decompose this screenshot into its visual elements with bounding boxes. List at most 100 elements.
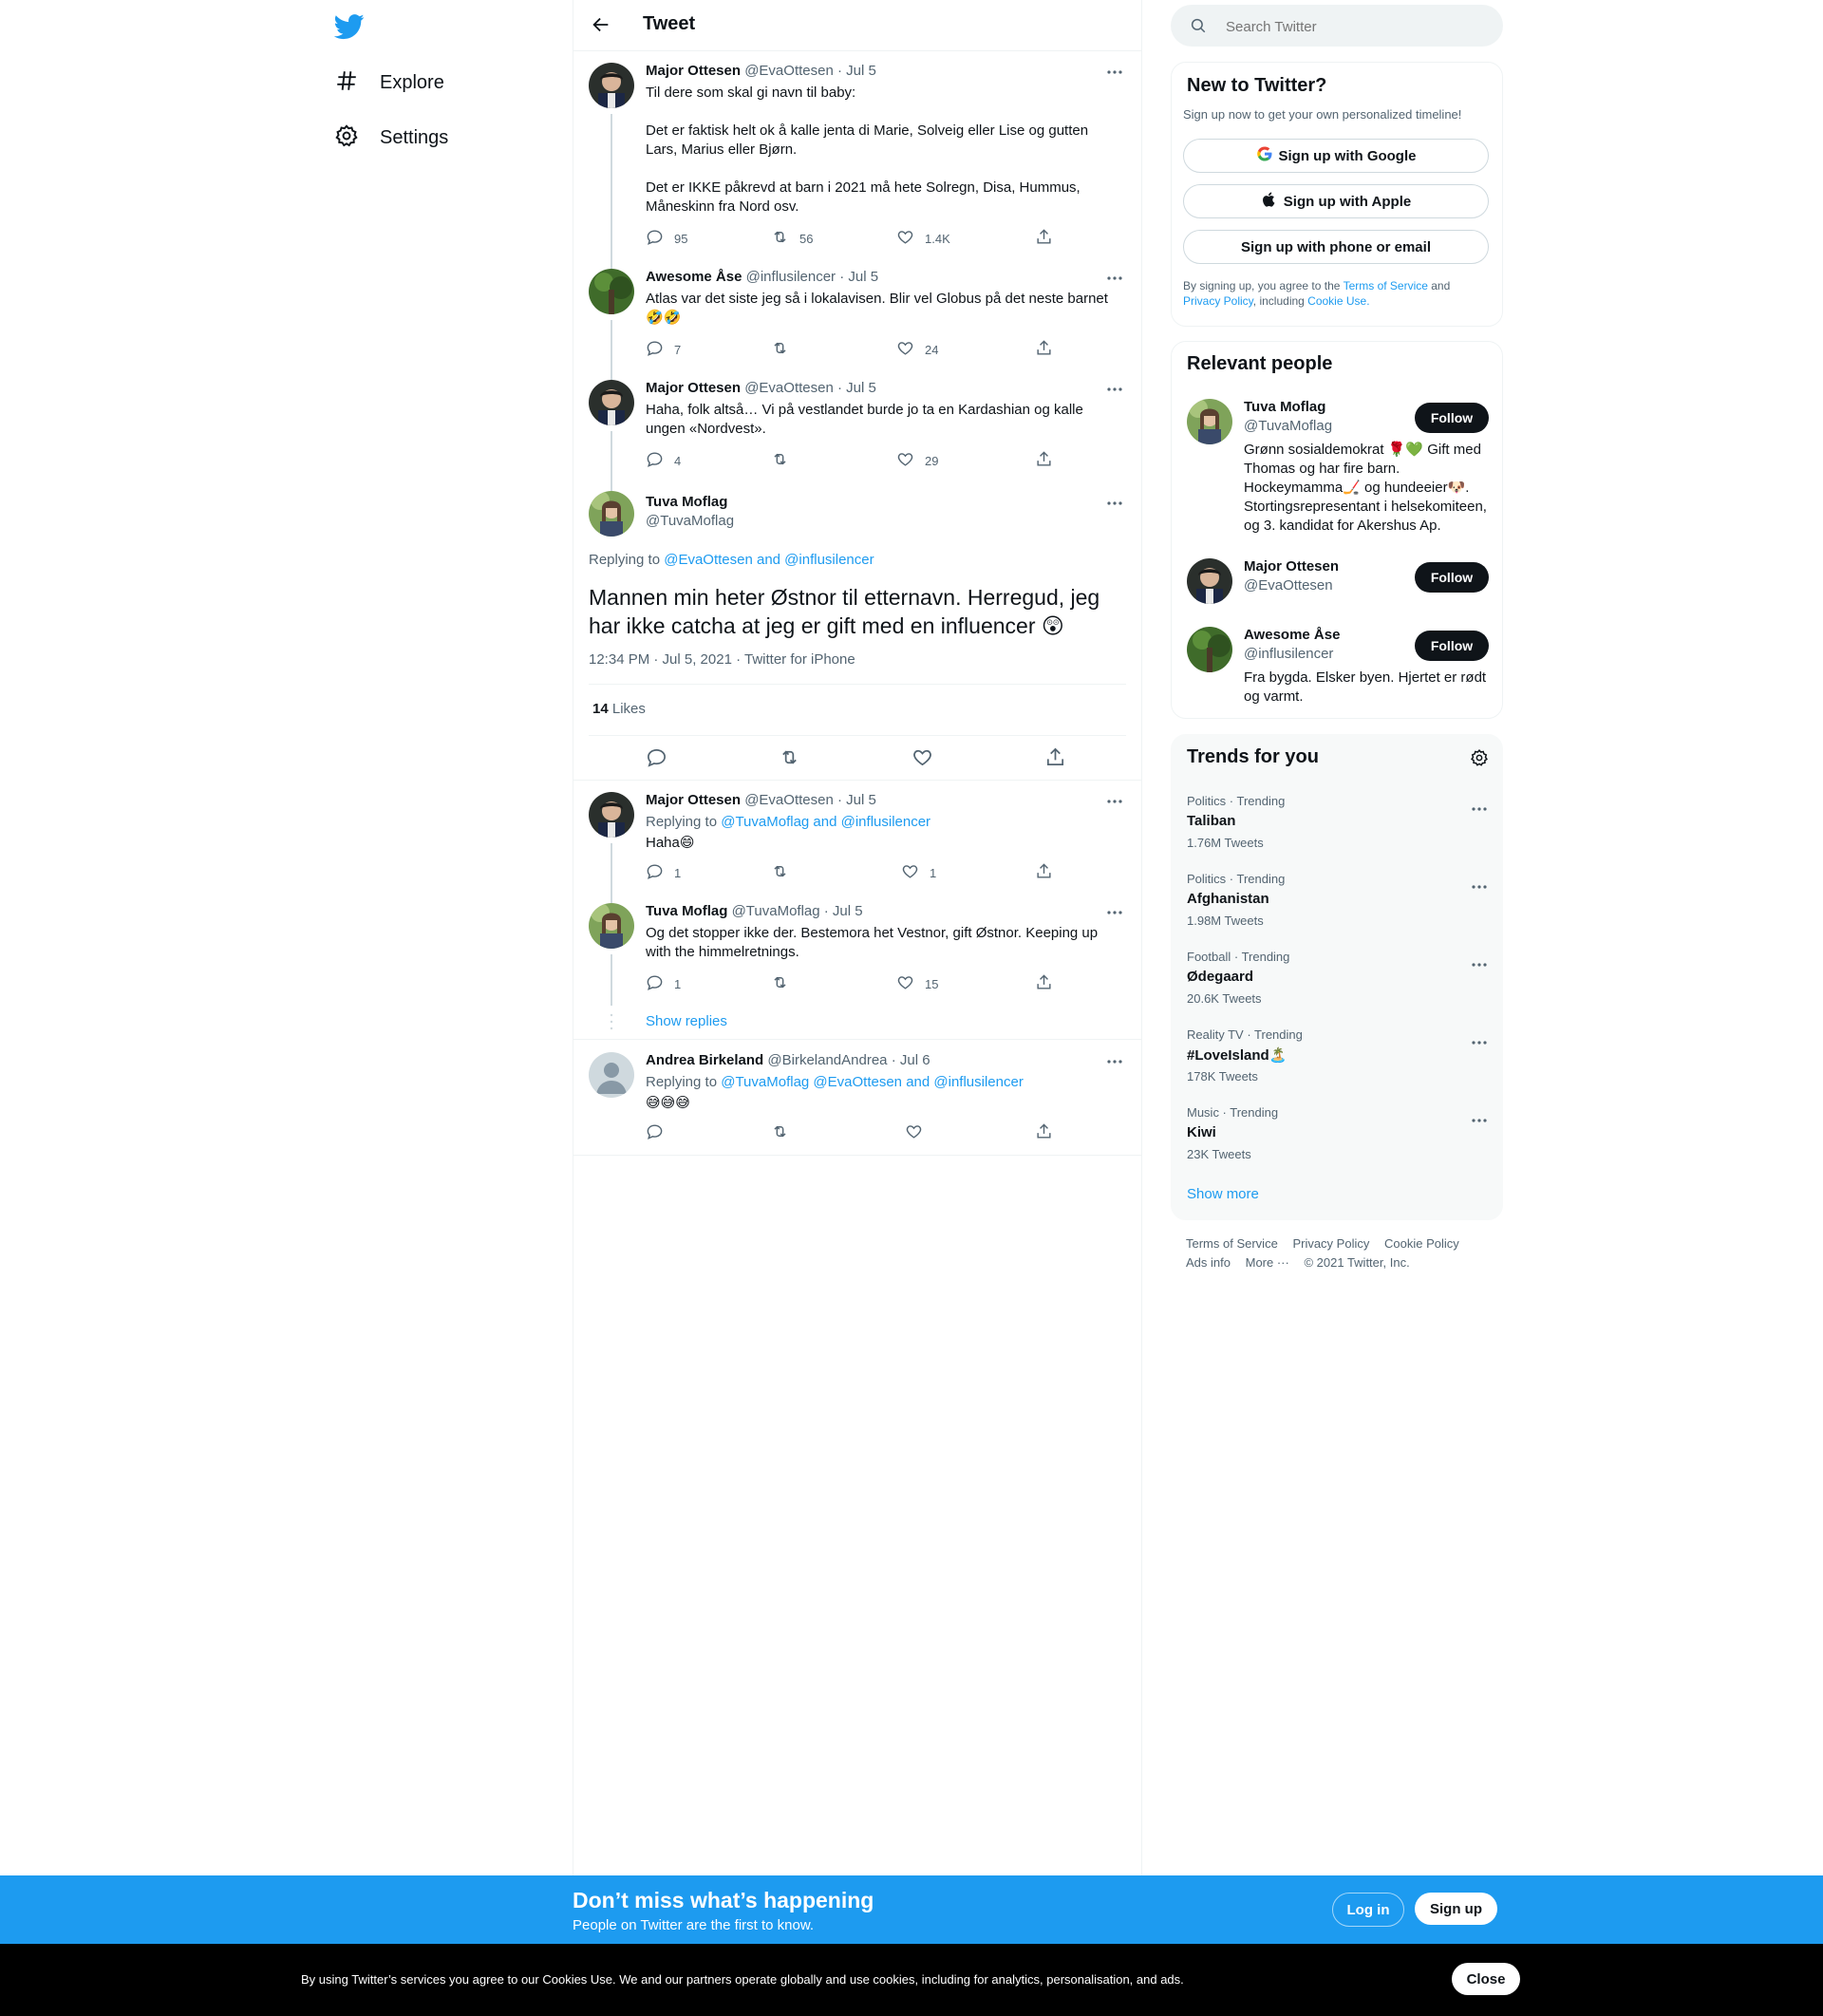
share-button[interactable] <box>1035 862 1063 883</box>
cookie-use-link[interactable]: Cookie Use. <box>1307 294 1369 308</box>
reply-tweet[interactable]: Major Ottesen @EvaOttesen · Jul 5 Replyi… <box>573 781 1141 892</box>
like-button[interactable]: 24 <box>896 339 938 360</box>
author-handle-date[interactable]: @influsilencer · Jul 5 <box>746 269 878 285</box>
retweet-button[interactable] <box>771 1122 799 1143</box>
avatar[interactable] <box>589 491 634 537</box>
avatar[interactable] <box>1187 558 1232 604</box>
trend-item[interactable]: Football · Trending Ødegaard 20.6K Tweet… <box>1172 944 1502 1020</box>
replying-to-link[interactable]: @TuvaMoflag and @influsilencer <box>721 814 930 830</box>
more-options-icon[interactable] <box>1105 63 1124 82</box>
avatar[interactable] <box>589 380 634 425</box>
author-handle-date[interactable]: @EvaOttesen · Jul 5 <box>744 792 876 808</box>
more-options-icon[interactable] <box>1470 1111 1489 1130</box>
avatar[interactable] <box>1187 399 1232 444</box>
retweet-button[interactable] <box>771 973 799 994</box>
signup-button[interactable]: Sign up <box>1415 1893 1497 1925</box>
like-button[interactable]: 29 <box>896 450 938 471</box>
avatar[interactable] <box>1187 627 1232 672</box>
retweet-button[interactable]: 56 <box>771 228 813 249</box>
follow-button[interactable]: Follow <box>1415 403 1489 433</box>
privacy-link[interactable]: Privacy Policy <box>1183 294 1253 308</box>
retweet-button[interactable] <box>771 339 799 360</box>
reply-button[interactable]: 95 <box>646 228 687 249</box>
person-name[interactable]: Awesome Åse <box>1244 627 1340 643</box>
more-options-icon[interactable] <box>1470 877 1489 896</box>
trends-settings-gear-icon[interactable] <box>1470 748 1489 767</box>
nav-settings[interactable]: Settings <box>334 119 448 157</box>
author-handle[interactable]: @TuvaMoflag <box>646 513 734 529</box>
footer-cookie-link[interactable]: Cookie Policy <box>1384 1236 1459 1251</box>
retweet-button[interactable] <box>771 450 799 471</box>
footer-terms-link[interactable]: Terms of Service <box>1186 1236 1278 1251</box>
signup-apple-button[interactable]: Sign up with Apple <box>1183 184 1489 218</box>
reply-button[interactable]: 7 <box>646 339 681 360</box>
share-button[interactable] <box>1035 339 1063 360</box>
avatar[interactable] <box>589 269 634 314</box>
login-button[interactable]: Log in <box>1332 1893 1404 1927</box>
share-button[interactable] <box>1035 228 1063 249</box>
more-options-icon[interactable] <box>1470 1033 1489 1052</box>
person-name[interactable]: Major Ottesen <box>1244 558 1339 575</box>
footer-more-link[interactable]: More ··· <box>1246 1255 1289 1270</box>
more-options-icon[interactable] <box>1105 903 1124 922</box>
back-arrow-icon[interactable] <box>591 14 611 35</box>
avatar[interactable] <box>589 63 634 108</box>
author-handle-date[interactable]: @BirkelandAndrea · Jul 6 <box>767 1052 930 1068</box>
author-handle-date[interactable]: @TuvaMoflag · Jul 5 <box>732 903 863 919</box>
reply-tweet[interactable]: Andrea Birkeland @BirkelandAndrea · Jul … <box>573 1041 1141 1156</box>
more-options-icon[interactable] <box>1105 380 1124 399</box>
reply-icon[interactable] <box>646 746 667 772</box>
reply-button[interactable]: 1 <box>646 973 681 994</box>
footer-ads-link[interactable]: Ads info <box>1186 1255 1231 1270</box>
share-icon[interactable] <box>1044 746 1066 772</box>
person-name[interactable]: Tuva Moflag <box>1244 399 1325 415</box>
more-options-icon[interactable] <box>1105 494 1124 513</box>
share-button[interactable] <box>1035 973 1063 994</box>
reply-button[interactable] <box>646 1122 674 1143</box>
person-handle[interactable]: @EvaOttesen <box>1244 577 1333 593</box>
author-name[interactable]: Major Ottesen <box>646 792 741 808</box>
retweet-button[interactable] <box>771 862 799 883</box>
reply-button[interactable]: 1 <box>646 862 681 883</box>
follow-button[interactable]: Follow <box>1415 631 1489 661</box>
avatar[interactable] <box>589 1052 634 1098</box>
author-handle-date[interactable]: @EvaOttesen · Jul 5 <box>744 380 876 396</box>
cookie-close-button[interactable]: Close <box>1452 1963 1520 1995</box>
trend-item[interactable]: Reality TV · Trending #LoveIsland🏝️ 178K… <box>1172 1022 1502 1098</box>
person-handle[interactable]: @influsilencer <box>1244 646 1333 662</box>
show-replies-link[interactable]: Show replies <box>646 1013 727 1029</box>
person-handle[interactable]: @TuvaMoflag <box>1244 418 1332 434</box>
search-input[interactable] <box>1224 5 1484 48</box>
trend-item[interactable]: Music · Trending Kiwi 23K Tweets <box>1172 1100 1502 1176</box>
retweet-icon[interactable] <box>779 746 800 772</box>
nav-explore[interactable]: Explore <box>334 64 444 102</box>
reply-tweet[interactable]: Tuva Moflag @TuvaMoflag · Jul 5 Og det s… <box>573 892 1141 1040</box>
like-button[interactable]: 1 <box>901 862 936 883</box>
like-button[interactable]: 1.4K <box>896 228 950 249</box>
signup-phone-email-button[interactable]: Sign up with phone or email <box>1183 230 1489 264</box>
show-more-link[interactable]: Show more <box>1187 1186 1259 1202</box>
replying-to-link[interactable]: @TuvaMoflag @EvaOttesen and @influsilenc… <box>721 1074 1024 1090</box>
author-name[interactable]: Major Ottesen <box>646 380 741 396</box>
replying-to-link[interactable]: @EvaOttesen and @influsilencer <box>664 552 874 568</box>
signup-google-button[interactable]: Sign up with Google <box>1183 139 1489 173</box>
footer-privacy-link[interactable]: Privacy Policy <box>1292 1236 1369 1251</box>
tweet-timestamp[interactable]: 12:34 PM · Jul 5, 2021 · Twitter for iPh… <box>589 651 855 668</box>
twitter-logo-icon[interactable] <box>333 11 365 42</box>
more-options-icon[interactable] <box>1470 955 1489 974</box>
author-name[interactable]: Tuva Moflag <box>646 494 727 510</box>
heart-icon[interactable] <box>912 746 933 772</box>
more-options-icon[interactable] <box>1105 792 1124 811</box>
share-button[interactable] <box>1035 450 1063 471</box>
share-button[interactable] <box>1035 1122 1063 1143</box>
search-box[interactable] <box>1171 5 1503 48</box>
more-options-icon[interactable] <box>1470 800 1489 819</box>
like-button[interactable] <box>905 1122 933 1143</box>
reply-button[interactable]: 4 <box>646 450 681 471</box>
likes-stat[interactable]: 14 Likes <box>592 701 646 717</box>
trend-item[interactable]: Politics · Trending Afghanistan 1.98M Tw… <box>1172 866 1502 942</box>
trend-item[interactable]: Politics · Trending Taliban 1.76M Tweets <box>1172 788 1502 864</box>
thread-tweet[interactable]: Major Ottesen @EvaOttesen · Jul 5 Haha, … <box>573 368 1141 480</box>
avatar[interactable] <box>589 792 634 838</box>
terms-link[interactable]: Terms of Service <box>1344 279 1428 292</box>
